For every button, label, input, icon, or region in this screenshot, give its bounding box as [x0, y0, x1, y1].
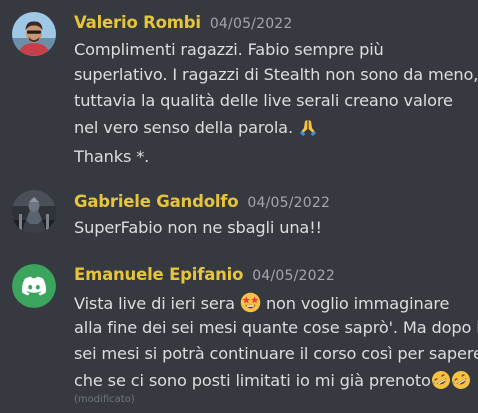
message-text: Complimenti ragazzi. Fabio sempre più [74, 40, 384, 59]
message-text: alla fine dei sei mesi quante cose saprò… [74, 318, 478, 337]
timestamp: 04/05/2022 [247, 195, 331, 211]
message-text: tuttavia la qualità delle live serali cr… [74, 91, 453, 110]
rofl-emoji-icon [431, 370, 451, 394]
message-text-segment: che se ci sono posti limitati io mi già … [74, 371, 431, 390]
message-text: nel vero senso della parola. [74, 117, 318, 141]
rofl-emoji-icon [451, 370, 471, 394]
avatar[interactable] [12, 12, 56, 56]
chat-log: Valerio Rombi 04/05/2022 Complimenti raga… [0, 0, 478, 413]
folded-hands-emoji-icon [298, 117, 318, 141]
message-text-segment: Vista live di ieri sera [74, 294, 235, 313]
message-text: Thanks *. [74, 147, 150, 166]
edited-label: (modificato) [74, 394, 135, 405]
message-text: Vista live di ieri sera non voglio immag… [74, 292, 449, 317]
message-text-segment: nel vero senso della parola. [74, 118, 293, 137]
message-text: sei mesi si potrà continuare il corso co… [74, 344, 478, 363]
message-text: superlativo. I ragazzi di Stealth non so… [74, 65, 478, 84]
avatar[interactable] [12, 264, 56, 308]
avatar[interactable] [12, 190, 56, 234]
timestamp: 04/05/2022 [252, 268, 335, 284]
message-text: che se ci sono posti limitati io mi già … [74, 370, 471, 394]
author-name[interactable]: Gabriele Gandolfo [74, 192, 239, 211]
message-text: SuperFabio non ne sbagli una!! [74, 218, 322, 237]
star-struck-emoji-icon [240, 292, 261, 317]
message-text-segment: non voglio immaginare [265, 294, 450, 313]
author-name[interactable]: Emanuele Epifanio [74, 265, 243, 284]
discord-logo-icon [12, 264, 56, 308]
author-name[interactable]: Valerio Rombi [74, 13, 201, 32]
timestamp: 04/05/2022 [209, 16, 293, 32]
